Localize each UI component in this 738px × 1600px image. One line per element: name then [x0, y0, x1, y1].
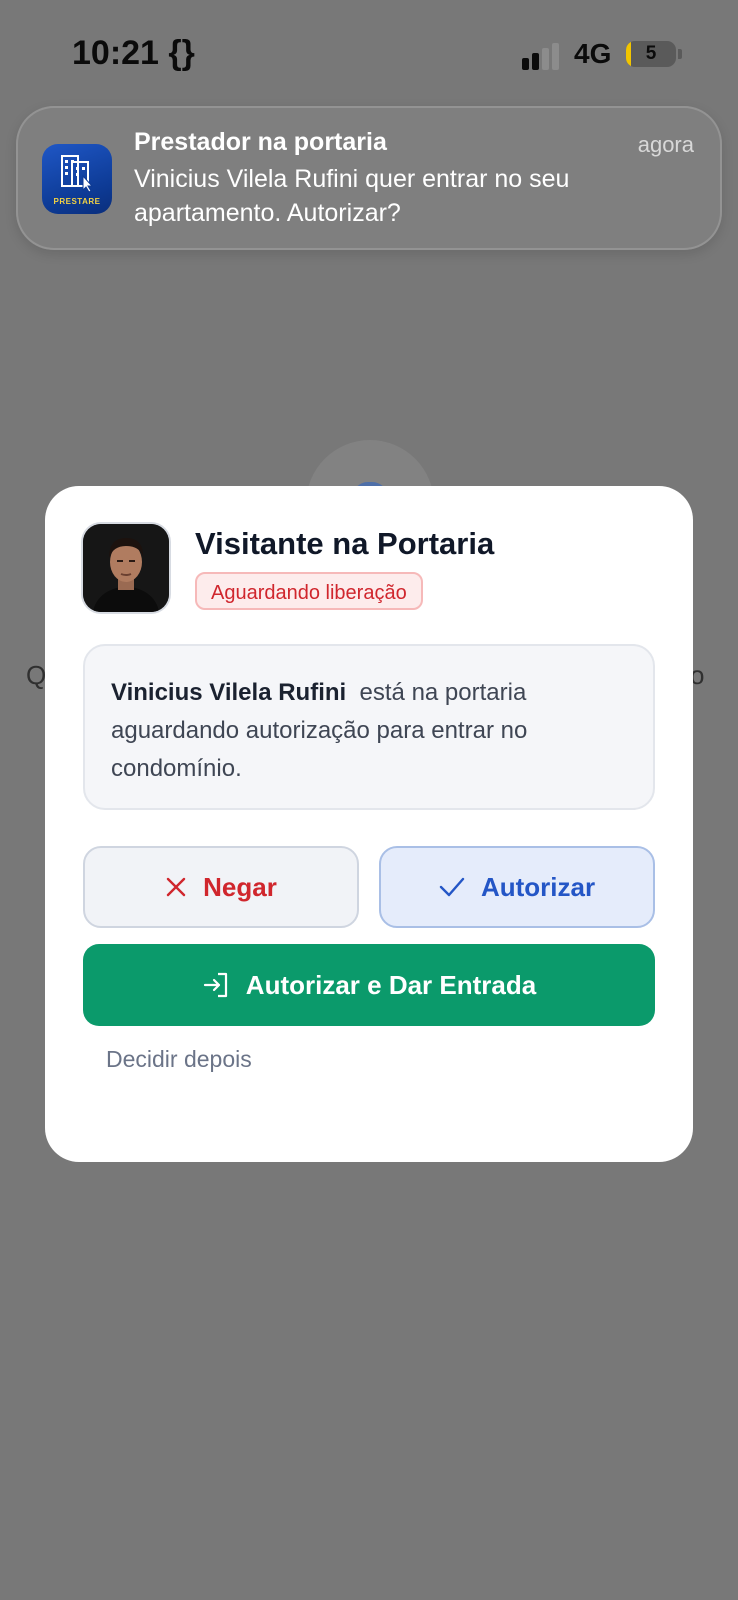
- app-icon-label: PRESTARE: [53, 197, 101, 206]
- notification-time: agora: [637, 132, 694, 157]
- deny-button-label: Negar: [203, 871, 277, 902]
- modal-title: Visitante na Portaria: [195, 526, 495, 561]
- login-icon: [203, 972, 227, 998]
- message-box: Vinicius Vilela Rufini está na portaria …: [83, 644, 655, 810]
- status-bar: 10:21 {} 4G 5: [0, 0, 738, 100]
- deny-button[interactable]: Negar: [83, 846, 359, 928]
- battery-icon: 5: [626, 41, 676, 67]
- notification-title: Prestador na portaria: [134, 128, 387, 156]
- network-type: 4G: [574, 38, 612, 69]
- visitor-name: Vinicius Vilela Rufini: [111, 679, 347, 706]
- authorize-button[interactable]: Autorizar: [379, 846, 655, 928]
- authorize-and-enter-button[interactable]: Autorizar e Dar Entrada: [83, 944, 655, 1026]
- notification-body: Vinicius Vilela Rufini quer entrar no se…: [134, 165, 570, 227]
- decide-later-link[interactable]: Decidir depois: [106, 1046, 252, 1073]
- background-text-left: Q: [26, 660, 47, 690]
- close-icon: [166, 877, 186, 897]
- authorize-button-label: Autorizar: [480, 871, 596, 902]
- check-icon: [439, 877, 465, 897]
- visitor-modal: Visitante na Portaria Aguardando liberaç…: [45, 486, 693, 1162]
- push-notification[interactable]: PRESTARE Prestador na portaria agora Vin…: [16, 106, 722, 250]
- prestare-app-icon: PRESTARE: [42, 144, 112, 214]
- status-badge: Aguardando liberação: [195, 572, 423, 610]
- authorize-and-enter-label: Autorizar e Dar Entrada: [245, 969, 537, 1000]
- clock: 10:21 {}: [72, 34, 195, 72]
- battery-tip: [678, 49, 682, 59]
- cellular-signal-icon: [522, 42, 562, 70]
- message-text: Vinicius Vilela Rufini está na portaria …: [111, 674, 631, 788]
- battery-level: 5: [645, 43, 657, 64]
- visitor-avatar: [83, 524, 169, 612]
